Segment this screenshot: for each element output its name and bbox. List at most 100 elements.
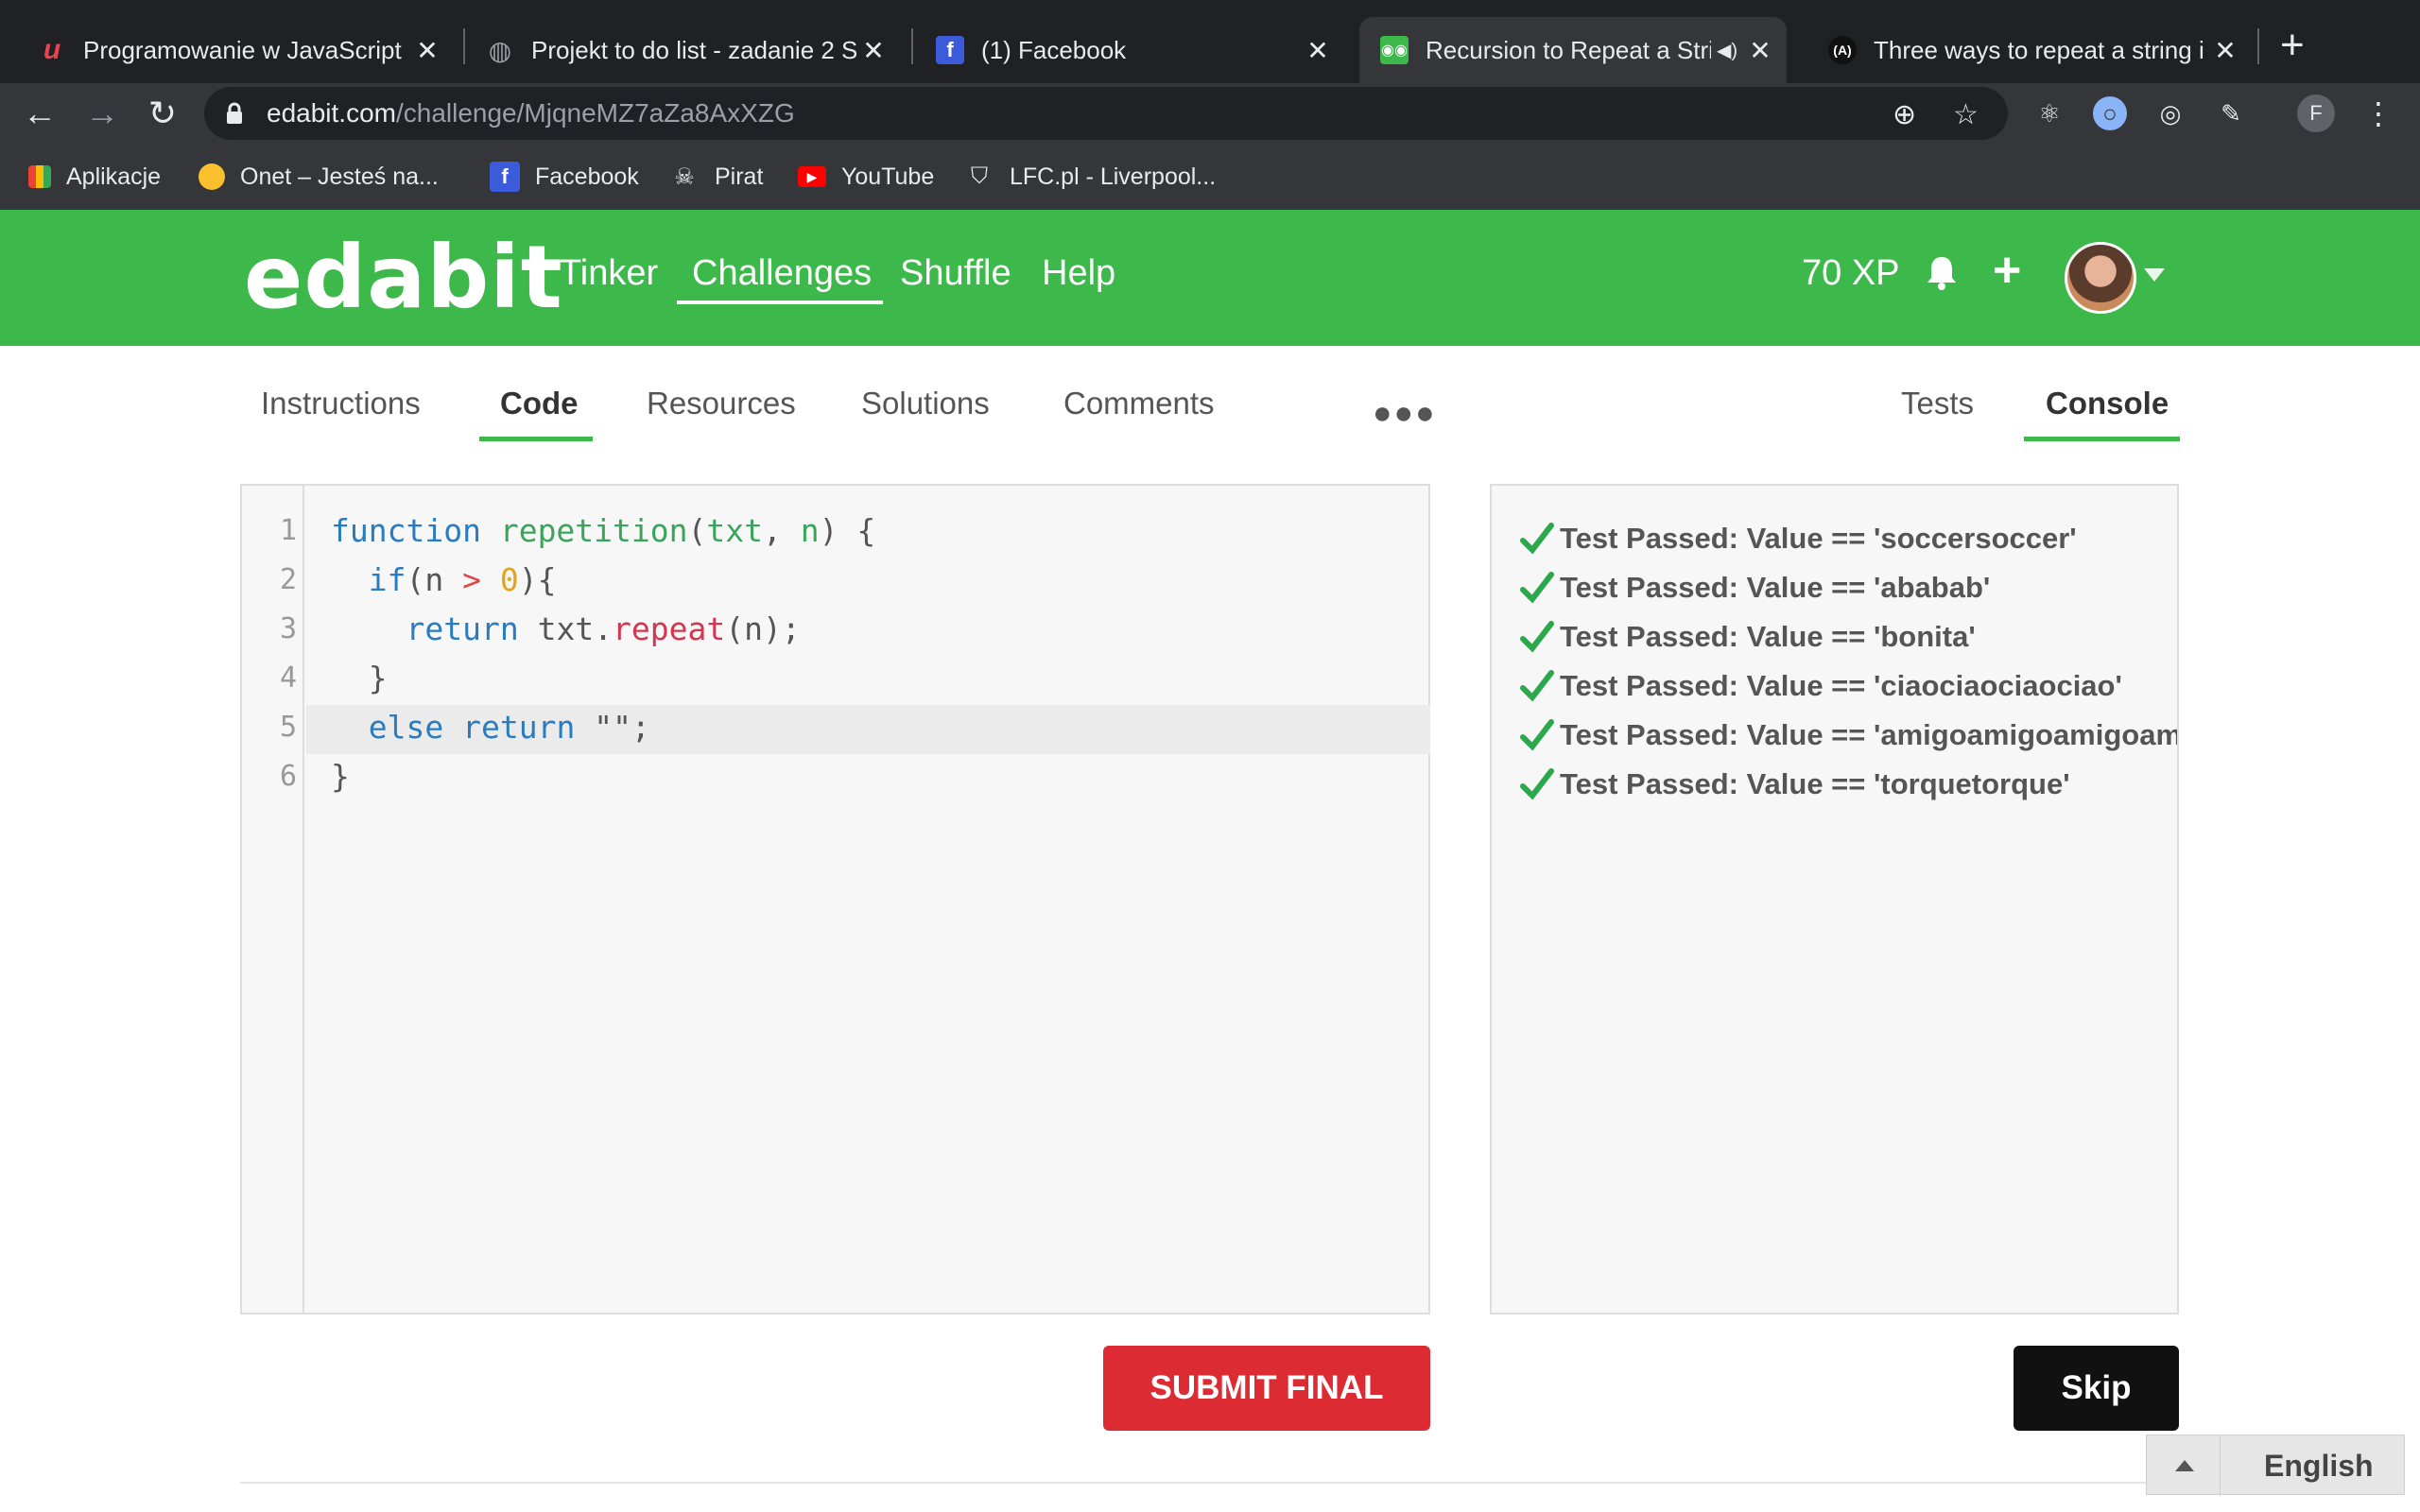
profile-button[interactable]: F — [2297, 94, 2335, 132]
check-icon — [1520, 523, 1554, 555]
active-nav-underline — [677, 301, 883, 304]
test-result-text: Test Passed: Value == 'amigoamigoamigoam… — [1560, 718, 2179, 751]
bookmark-item[interactable]: Onet – Jesteś na... — [199, 161, 439, 193]
tab-title: Three ways to repeat a string i — [1874, 35, 2204, 64]
browser-tab[interactable]: f (1) Facebook ✕ — [898, 17, 1344, 83]
bell-icon[interactable] — [1923, 251, 1961, 293]
extension-pen-icon[interactable]: ✎ — [2214, 96, 2248, 130]
forward-arrow-icon[interactable]: → — [79, 91, 125, 136]
address-bar[interactable]: edabit.com/challenge/MjqneMZ7aZa8AxXZG ⊕… — [204, 87, 2008, 140]
tab-instructions[interactable]: Instructions — [261, 386, 421, 421]
code-token: if — [368, 561, 406, 598]
browser-tab-active[interactable]: ◉◉ Recursion to Repeat a Strin ◀) ✕ — [1359, 17, 1787, 83]
facebook-icon: f — [490, 162, 520, 192]
check-icon — [1520, 572, 1554, 604]
nav-challenges[interactable]: Challenges — [692, 253, 872, 294]
skip-button[interactable]: Skip — [2014, 1346, 2179, 1431]
plus-icon[interactable]: + — [1993, 244, 2021, 297]
bookmark-item[interactable]: ☠ Pirat — [669, 161, 763, 193]
devto-icon: (A) — [1828, 36, 1857, 64]
tab-title: Programowanie w JavaScript | — [83, 35, 410, 64]
bookmark-item[interactable]: Aplikacje — [28, 161, 161, 193]
bookmark-label: Aplikacje — [66, 163, 162, 190]
nav-shuffle[interactable]: Shuffle — [900, 253, 1011, 294]
chevron-down-icon[interactable] — [2144, 268, 2165, 282]
close-tab-icon[interactable]: ✕ — [410, 35, 444, 66]
test-result-text: Test Passed: Value == 'bonita' — [1560, 620, 1976, 653]
audio-playing-icon[interactable]: ◀) — [1717, 39, 1737, 62]
code-token: n — [800, 512, 820, 549]
back-arrow-icon[interactable]: ← — [17, 91, 62, 136]
code-line[interactable]: else return ""; — [331, 709, 650, 746]
tab-comments[interactable]: Comments — [1063, 386, 1215, 421]
code-token: , — [763, 512, 801, 549]
line-number: 4 — [279, 662, 297, 695]
close-tab-icon[interactable]: ✕ — [856, 35, 890, 66]
line-number: 6 — [279, 760, 297, 793]
bookmark-label: YouTube — [841, 163, 935, 190]
close-tab-icon[interactable]: ✕ — [1301, 35, 1335, 66]
divider — [240, 1482, 2180, 1484]
browser-toolbar: ← → ↻ edabit.com/challenge/MjqneMZ7aZa8A… — [0, 83, 2420, 144]
caret-up-icon[interactable] — [2147, 1435, 2221, 1496]
browser-tab[interactable]: u Programowanie w JavaScript | ✕ — [0, 17, 454, 83]
test-result: Test Passed: Value == 'torquetorque' — [1520, 767, 2070, 801]
line-number: 5 — [279, 711, 297, 744]
code-token: txt — [706, 512, 763, 549]
bookmark-item[interactable]: ▶ YouTube — [798, 161, 934, 193]
test-result-text: Test Passed: Value == 'soccersoccer' — [1560, 522, 2077, 555]
test-result: Test Passed: Value == 'ciaociaociaociao' — [1520, 669, 2122, 703]
bookmark-label: LFC.pl - Liverpool... — [1010, 163, 1217, 190]
bookmark-item[interactable]: f Facebook — [490, 161, 639, 193]
tab-solutions[interactable]: Solutions — [861, 386, 990, 421]
code-line[interactable]: } — [331, 660, 388, 696]
code-token: (n); — [725, 610, 801, 647]
code-line[interactable]: if(n > 0){ — [331, 561, 557, 598]
close-tab-icon[interactable]: ✕ — [2208, 35, 2242, 66]
nav-help[interactable]: Help — [1042, 253, 1115, 294]
youtube-icon: ▶ — [798, 166, 826, 187]
react-devtools-icon[interactable]: ⚛ — [2032, 96, 2066, 130]
avatar[interactable] — [2065, 242, 2136, 314]
facebook-icon: f — [936, 36, 964, 64]
language-selector[interactable]: English — [2146, 1435, 2405, 1496]
bookmark-item[interactable]: ⛉ LFC.pl - Liverpool... — [964, 161, 1216, 193]
chrome-menu-icon[interactable]: ⋮ — [2363, 93, 2394, 134]
code-line[interactable]: } — [331, 758, 350, 795]
more-options-icon[interactable]: ●●● — [1373, 395, 1437, 432]
reload-icon[interactable]: ↻ — [140, 91, 185, 136]
check-icon — [1520, 768, 1554, 800]
url-path: /challenge/MjqneMZ7aZa8AxXZG — [395, 98, 795, 128]
code-line[interactable]: return txt.repeat(n); — [331, 610, 801, 647]
code-token: ( — [687, 512, 707, 549]
bookmark-star-icon[interactable]: ☆ — [1953, 98, 1979, 131]
extension-circle-icon[interactable]: ○ — [2093, 96, 2127, 130]
new-tab-icon[interactable]: + — [2280, 25, 2305, 66]
u-logo-icon: u — [43, 34, 61, 65]
tab-tests[interactable]: Tests — [1901, 386, 1974, 421]
tab-console[interactable]: Console — [2046, 386, 2169, 421]
browser-tab[interactable]: ◍ Projekt to do list - zadanie 2 Sł ✕ — [448, 17, 900, 83]
zoom-icon[interactable]: ⊕ — [1893, 98, 1916, 131]
language-label: English — [2264, 1449, 2374, 1483]
test-result: Test Passed: Value == 'amigoamigoamigoam… — [1520, 718, 2179, 752]
bookmarks-bar: Aplikacje Onet – Jesteś na... f Facebook… — [0, 144, 2420, 210]
browser-tab[interactable]: (A) Three ways to repeat a string i ✕ — [1807, 17, 2252, 83]
tab-resources[interactable]: Resources — [647, 386, 796, 421]
tab-code[interactable]: Code — [500, 386, 579, 421]
nav-tinker[interactable]: Tinker — [560, 253, 658, 294]
line-number: 3 — [279, 612, 297, 645]
submit-final-button[interactable]: SUBMIT FINAL — [1103, 1346, 1430, 1431]
code-editor[interactable]: 1 2 3 4 5 6 function repetition(txt, n) … — [240, 484, 1430, 1314]
close-tab-icon[interactable]: ✕ — [1743, 35, 1777, 66]
edabit-logo[interactable]: edabit — [244, 227, 563, 328]
code-token: repeat — [613, 610, 726, 647]
extension-target-icon[interactable]: ◎ — [2153, 96, 2187, 130]
code-line[interactable]: function repetition(txt, n) { — [331, 512, 875, 549]
active-tab-underline — [479, 437, 593, 441]
code-token: else — [368, 709, 444, 746]
test-result: Test Passed: Value == 'bonita' — [1520, 620, 1976, 654]
